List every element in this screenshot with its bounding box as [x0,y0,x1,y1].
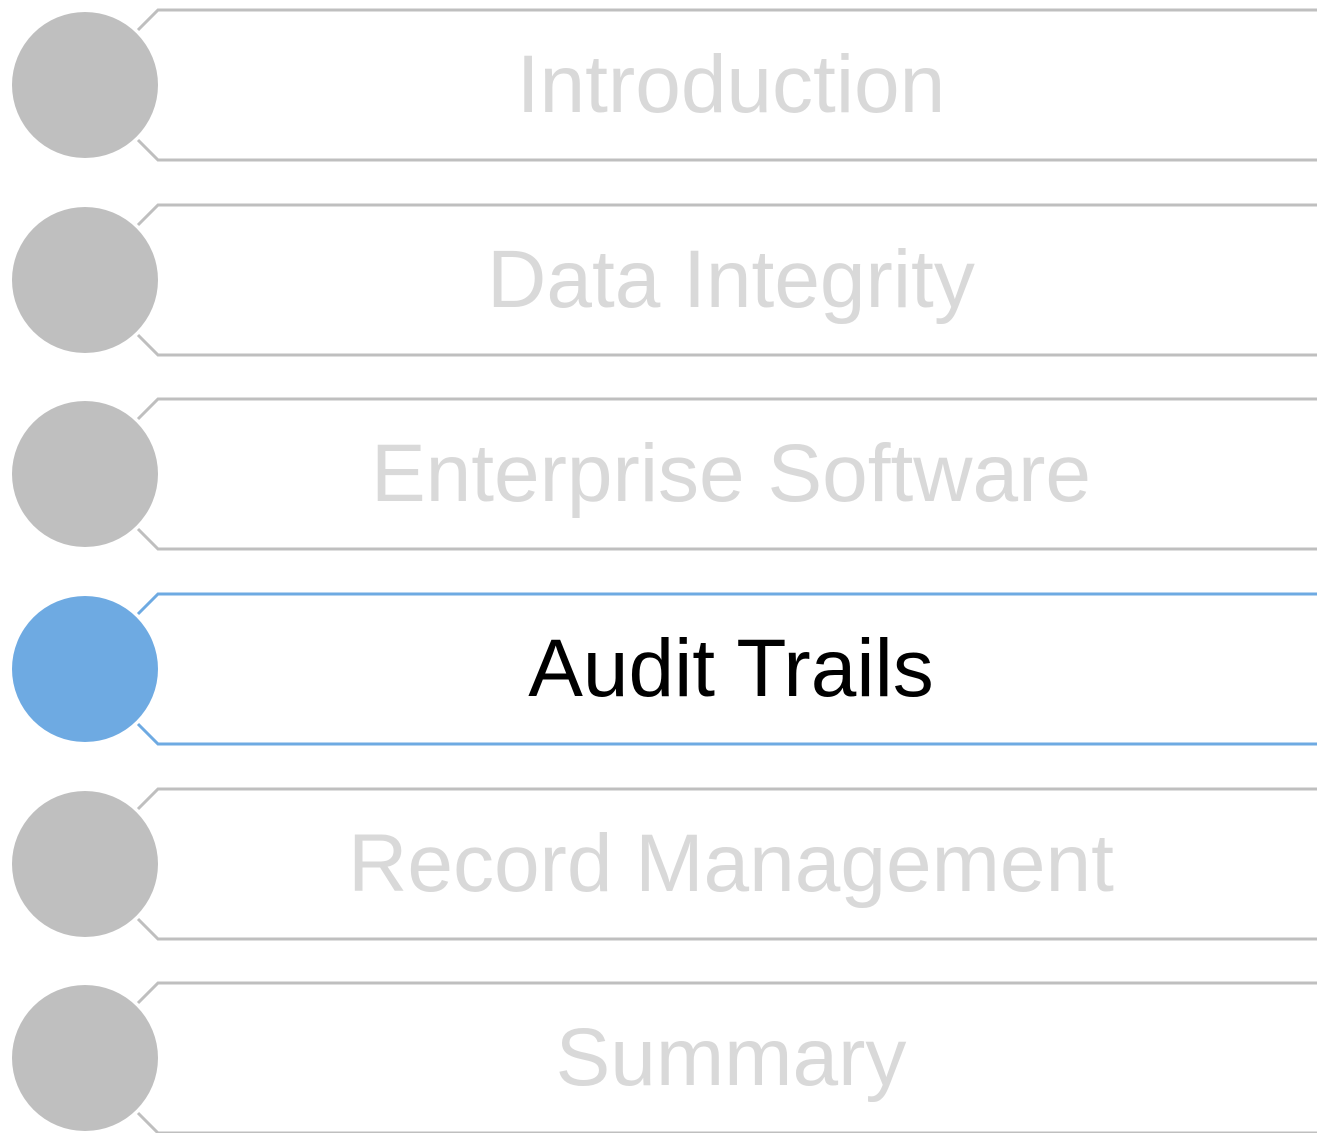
agenda-item-label: Introduction [516,39,946,130]
bullet-circle [12,401,158,547]
bullet-circle [12,12,158,158]
agenda-item-label: Record Management [348,818,1114,909]
agenda-item-introduction[interactable]: Introduction [0,0,1317,162]
bullet-circle [12,791,158,937]
bullet-circle [12,207,158,353]
agenda-item-label: Audit Trails [528,623,934,714]
agenda-list: Introduction Data Integrity Enterprise S… [0,0,1317,1133]
agenda-item-data-integrity[interactable]: Data Integrity [0,195,1317,357]
agenda-item-summary[interactable]: Summary [0,973,1317,1133]
agenda-item-label: Summary [555,1012,907,1103]
bullet-circle [12,985,158,1131]
agenda-item-record-management[interactable]: Record Management [0,779,1317,941]
agenda-item-label: Enterprise Software [370,428,1092,519]
agenda-item-enterprise-software[interactable]: Enterprise Software [0,389,1317,551]
agenda-item-audit-trails[interactable]: Audit Trails [0,584,1317,746]
agenda-item-label: Data Integrity [487,234,975,325]
bullet-circle [12,596,158,742]
